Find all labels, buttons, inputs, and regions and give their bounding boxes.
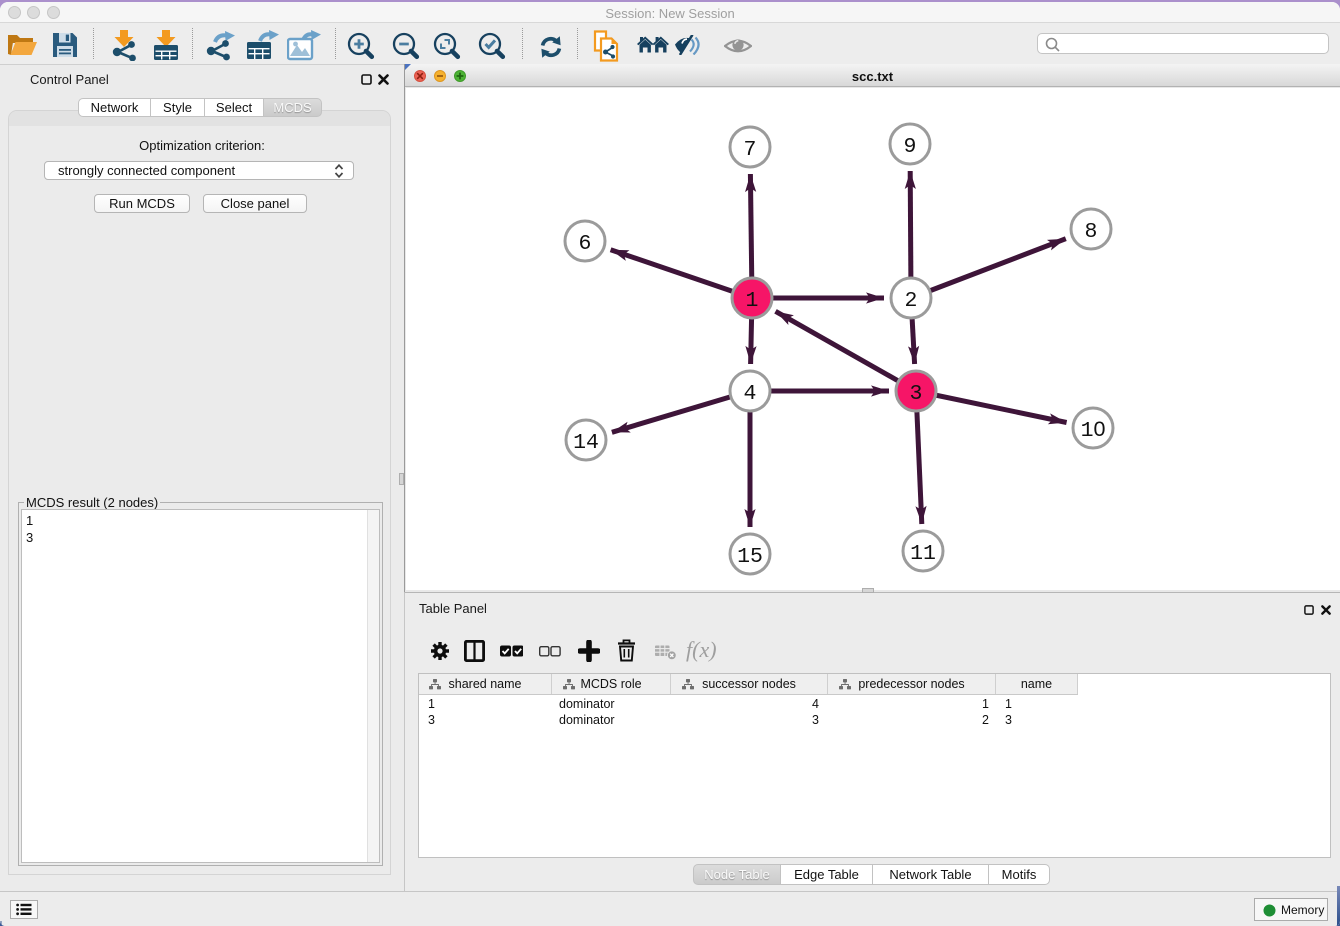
svg-text:10: 10 <box>1081 417 1106 443</box>
svg-text:7: 7 <box>744 138 757 162</box>
svg-text:3: 3 <box>910 382 923 406</box>
svg-text:15: 15 <box>737 545 763 569</box>
svg-text:9: 9 <box>904 135 917 159</box>
svg-text:1: 1 <box>746 289 759 313</box>
svg-text:4: 4 <box>744 382 757 406</box>
svg-text:6: 6 <box>579 232 592 256</box>
svg-text:11: 11 <box>910 542 936 566</box>
svg-text:14: 14 <box>573 431 599 455</box>
svg-text:8: 8 <box>1085 220 1098 244</box>
svg-text:2: 2 <box>905 289 918 313</box>
